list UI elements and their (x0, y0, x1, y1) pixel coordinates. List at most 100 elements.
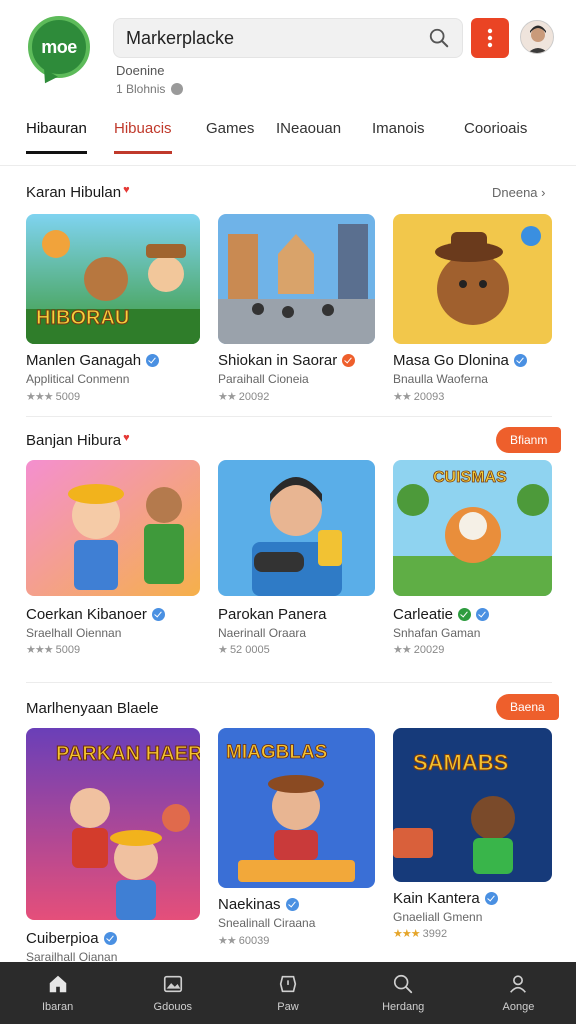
nav-item-search[interactable]: Herdang (346, 962, 461, 1024)
thumbnail-art-text: MIAGBLAS (226, 742, 327, 763)
home-icon (49, 975, 66, 993)
profile-icon (510, 975, 527, 993)
heart-icon: ♥ (123, 184, 130, 196)
card-title[interactable]: Shiokan in Saorar (218, 352, 356, 369)
star-icon: ★★ (393, 644, 412, 656)
info-icon (171, 83, 184, 95)
game-thumbnail[interactable]: PARKAN HAERS (26, 728, 200, 920)
game-thumbnail[interactable] (393, 214, 552, 344)
bottom-navigation: Ibaran Gdouos Paw Herdang Aonge (0, 962, 576, 1024)
card-rating-text: 52 0005 (229, 644, 270, 656)
verified-icon (513, 354, 527, 367)
card-title-text: Shiokan in Saorar (218, 352, 338, 369)
card-rating: ★★★ 3992 (393, 927, 447, 940)
card-rating: ★★ 20092 (218, 390, 269, 403)
header-meta-text: 1 Blohnis (116, 82, 166, 96)
card-rating-text: 5009 (55, 644, 81, 656)
nav-item-timer[interactable]: Paw (230, 962, 345, 1024)
game-thumbnail[interactable]: HIBORAU (26, 214, 200, 344)
card-title[interactable]: Coerkan Kibanoer (26, 606, 165, 623)
image-icon (163, 975, 182, 993)
header-subtitle: Doenine (116, 63, 165, 78)
more-menu-button[interactable] (471, 18, 509, 58)
thumbnail-art-text: PARKAN HAERS (56, 743, 200, 765)
card-rating-text: 60039 (238, 935, 270, 947)
card-rating: ★ 52 0005 (218, 643, 270, 656)
nav-item-gallery[interactable]: Gdouos (115, 962, 230, 1024)
star-icon: ★ (218, 644, 228, 656)
card-title[interactable]: Carleatie (393, 606, 490, 623)
card-rating-text: 20029 (413, 644, 445, 656)
card-title-text: Cuiberpioa (26, 930, 99, 947)
section-title-1: Karan Hibulan ♥ (26, 184, 130, 201)
search-input[interactable]: Markerplacke (126, 28, 428, 49)
star-icon: ★★ (218, 391, 237, 403)
card-subtitle: Gnaeliall Gmenn (393, 910, 483, 924)
star-icon: ★★ (218, 935, 237, 947)
card-title-text: Masa Go Dlonina (393, 352, 509, 369)
section-action-button[interactable]: Bfianm (496, 427, 562, 453)
tab-3[interactable]: INeaouan (276, 120, 341, 151)
card-title[interactable]: Manlen Ganagah (26, 352, 160, 369)
card-title[interactable]: Cuiberpioa (26, 930, 117, 947)
verified-icon (151, 608, 165, 621)
game-thumbnail[interactable]: MIAGBLAS (218, 728, 375, 888)
header-meta: 1 Blohnis (116, 82, 184, 96)
user-avatar[interactable] (520, 20, 554, 54)
nav-label: Aonge (502, 1001, 535, 1013)
nav-label: Herdang (382, 1001, 425, 1013)
app-logo[interactable]: moe (28, 16, 90, 78)
tab-0[interactable]: Hibauran (26, 120, 87, 154)
card-title-text: Coerkan Kibanoer (26, 606, 147, 623)
star-icon: ★★★ (26, 391, 54, 403)
tab-1[interactable]: Hibuacis (114, 120, 172, 154)
verified-icon (146, 354, 160, 367)
section-action-button[interactable]: Baena (496, 694, 559, 720)
card-rating: ★★ 60039 (218, 934, 269, 947)
card-rating-text: 20093 (413, 391, 445, 403)
nav-item-profile[interactable]: Aonge (461, 962, 576, 1024)
game-thumbnail[interactable] (218, 214, 375, 344)
verified-icon (458, 608, 472, 621)
card-title[interactable]: Masa Go Dlonina (393, 352, 527, 369)
card-subtitle: Applitical Conmenn (26, 372, 130, 386)
tab-2[interactable]: Games (206, 120, 254, 151)
card-title-text: Parokan Panera (218, 606, 327, 623)
nav-label: Gdouos (153, 1001, 193, 1013)
star-icon: ★★★ (393, 928, 421, 940)
game-thumbnail[interactable]: CUISMAS (393, 460, 552, 596)
card-title[interactable]: Parokan Panera (218, 606, 326, 623)
search-icon (394, 974, 413, 994)
nav-item-home[interactable]: Ibaran (0, 962, 115, 1024)
logo-text: moe (41, 36, 77, 57)
game-thumbnail[interactable] (26, 460, 200, 596)
tab-4[interactable]: Imanois (372, 120, 425, 151)
tab-5[interactable]: Coorioais (464, 120, 527, 151)
see-more-link[interactable]: Dneena › (492, 185, 546, 200)
star-icon: ★★ (393, 391, 412, 403)
card-title-text: Naekinas (218, 896, 281, 913)
search-bar[interactable]: Markerplacke (113, 18, 463, 58)
section-title-2: Banjan Hibura ♥ (26, 432, 130, 449)
divider (26, 682, 552, 683)
kebab-icon (487, 28, 493, 48)
search-icon[interactable] (428, 27, 450, 49)
card-title[interactable]: Naekinas (218, 896, 299, 913)
card-subtitle: Sraelhall Oiennan (26, 626, 122, 640)
divider (26, 416, 552, 417)
star-icon: ★★★ (26, 644, 54, 656)
nav-label: Ibaran (42, 1001, 74, 1013)
card-rating-text: 5009 (55, 391, 81, 403)
card-subtitle: Bnaulla Waoferna (393, 372, 488, 386)
verified-icon (103, 932, 117, 945)
verified-icon (476, 608, 490, 621)
card-rating-text: 20092 (238, 391, 270, 403)
game-thumbnail[interactable] (218, 460, 375, 596)
card-title[interactable]: Kain Kantera (393, 890, 498, 907)
thumbnail-art-text: SAMABS (413, 750, 508, 775)
section-title-3: Marlhenyaan Blaele (26, 700, 159, 717)
card-rating: ★★★ 5009 (26, 390, 80, 403)
game-thumbnail[interactable]: SAMABS (393, 728, 552, 882)
verified-icon (484, 892, 498, 905)
nav-label: Paw (277, 1001, 299, 1013)
